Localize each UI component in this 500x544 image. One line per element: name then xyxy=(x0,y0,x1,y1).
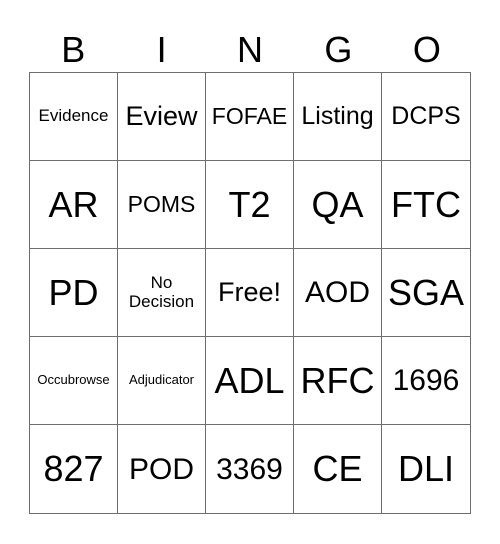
bingo-cell[interactable]: Listing xyxy=(294,73,382,161)
bingo-cell[interactable]: AOD xyxy=(294,249,382,337)
bingo-cell[interactable]: QA xyxy=(294,161,382,249)
bingo-cell[interactable]: ADL xyxy=(206,337,294,425)
bingo-cell-free[interactable]: Free! xyxy=(206,249,294,337)
bingo-cell[interactable]: FTC xyxy=(382,161,470,249)
bingo-cell[interactable]: PD xyxy=(30,249,118,337)
bingo-cell[interactable]: POD xyxy=(118,425,206,513)
bingo-cell[interactable]: Adjudicator xyxy=(118,337,206,425)
bingo-cell[interactable]: Evidence xyxy=(30,73,118,161)
bingo-cell[interactable]: DCPS xyxy=(382,73,470,161)
bingo-cell[interactable]: SGA xyxy=(382,249,470,337)
bingo-cell[interactable]: Occubrowse xyxy=(30,337,118,425)
header-letter-g: G xyxy=(324,29,353,70)
bingo-cell[interactable]: FOFAE xyxy=(206,73,294,161)
bingo-cell[interactable]: CE xyxy=(294,425,382,513)
bingo-cell[interactable]: DLI xyxy=(382,425,470,513)
bingo-cell[interactable]: AR xyxy=(30,161,118,249)
header-letter-b: B xyxy=(61,29,86,70)
header-letter-i: I xyxy=(156,29,167,70)
bingo-cell[interactable]: RFC xyxy=(294,337,382,425)
bingo-cell[interactable]: Eview xyxy=(118,73,206,161)
bingo-cell[interactable]: 3369 xyxy=(206,425,294,513)
bingo-grid: Evidence Eview FOFAE Listing DCPS AR POMS T2 QA F… xyxy=(29,72,471,514)
bingo-cell[interactable]: T2 xyxy=(206,161,294,249)
header-letter-n: N xyxy=(237,29,264,70)
bingo-header: B I N G O xyxy=(29,28,471,72)
bingo-cell[interactable]: 1696 xyxy=(382,337,470,425)
bingo-cell[interactable]: 827 xyxy=(30,425,118,513)
header-letter-o: O xyxy=(412,29,441,70)
bingo-cell[interactable]: No Decision xyxy=(118,249,206,337)
bingo-cell[interactable]: POMS xyxy=(118,161,206,249)
